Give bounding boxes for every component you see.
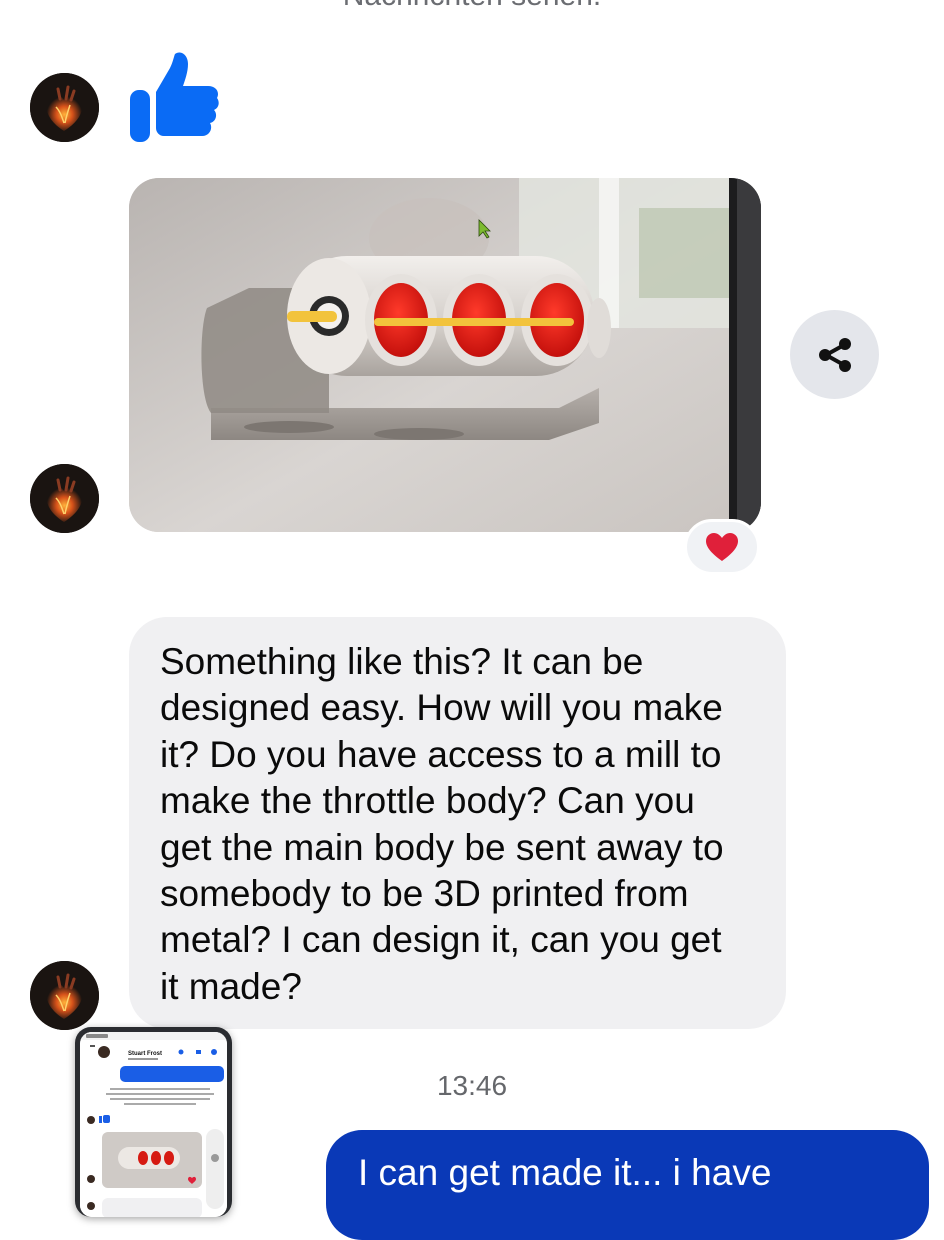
thumbs-up-icon — [130, 52, 219, 142]
screenshot-preview-thumbnail[interactable]: Stuart Frost — [75, 1027, 232, 1217]
incoming-message-bubble[interactable]: Something like this? It can be designed … — [129, 617, 786, 1029]
contact-avatar[interactable] — [30, 464, 99, 533]
screenshot-preview-screen: Stuart Frost — [80, 1032, 227, 1217]
anatomical-heart-avatar-icon — [30, 464, 99, 533]
anatomical-heart-avatar-icon — [30, 961, 99, 1030]
share-button[interactable] — [790, 310, 879, 399]
message-reaction[interactable] — [684, 519, 760, 575]
screenshot-preview-image — [80, 1032, 227, 1217]
outgoing-message-bubble[interactable]: I can get made it... i have — [326, 1130, 929, 1240]
share-icon — [818, 337, 851, 372]
throttle-body-render-image — [129, 178, 761, 532]
contact-avatar[interactable] — [30, 961, 99, 1030]
like-reaction-message[interactable] — [128, 50, 220, 144]
contact-avatar[interactable] — [30, 73, 99, 142]
preview-contact-name: Stuart Frost — [128, 1051, 163, 1057]
thread-notice: Nachrichten sehen. — [0, 0, 944, 14]
anatomical-heart-avatar-icon — [30, 73, 99, 142]
photo-attachment[interactable] — [129, 178, 761, 532]
heart-icon — [706, 533, 738, 561]
